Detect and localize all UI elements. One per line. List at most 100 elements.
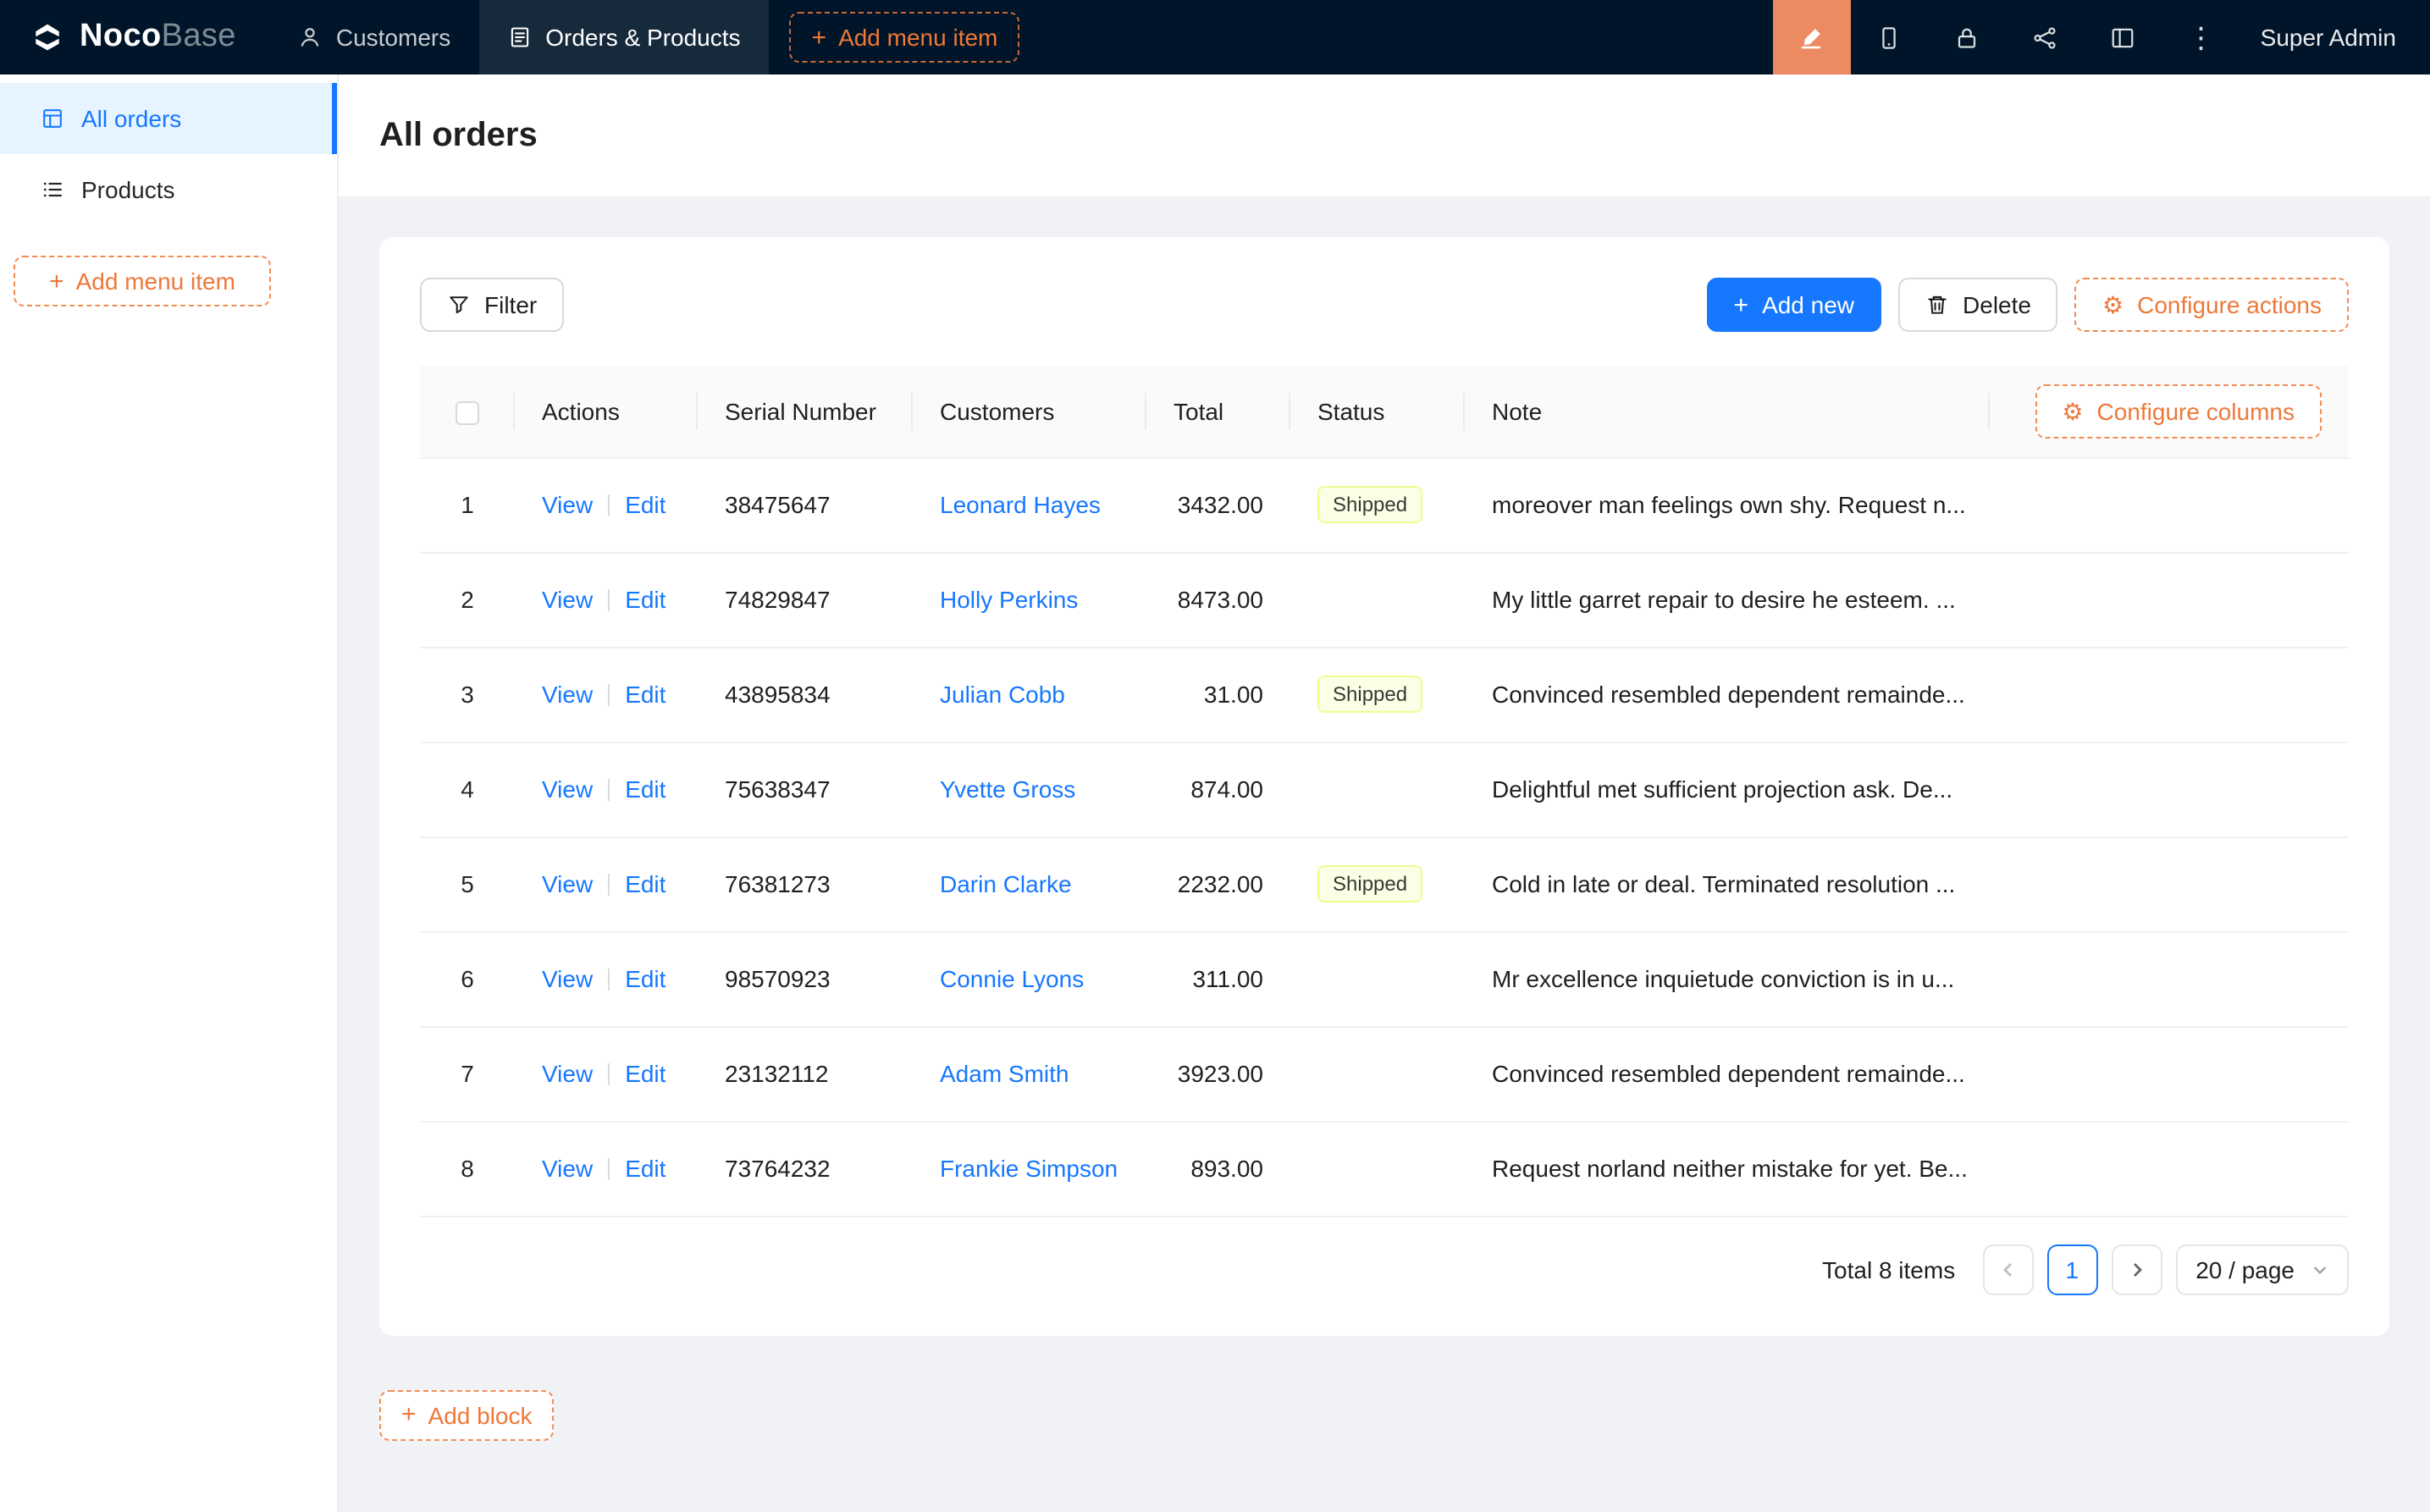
delete-button[interactable]: Delete	[1898, 278, 2058, 332]
row-index: 6	[420, 931, 515, 1026]
lock-button[interactable]	[1929, 0, 2007, 74]
edit-link[interactable]: Edit	[625, 965, 665, 992]
pagination-prev-button[interactable]	[1982, 1244, 2033, 1294]
chevron-down-icon	[2311, 1261, 2328, 1277]
row-index: 1	[420, 457, 515, 552]
customer-link[interactable]: Holly Perkins	[940, 586, 1078, 613]
action-divider	[608, 779, 610, 801]
customer-link[interactable]: Adam Smith	[940, 1060, 1069, 1087]
total-cell: 311.00	[1146, 931, 1290, 1026]
customer-link[interactable]: Connie Lyons	[940, 965, 1084, 992]
filter-label: Filter	[484, 291, 537, 318]
actions-cell: View Edit	[515, 1121, 698, 1216]
trash-icon	[1925, 293, 1949, 317]
nav-customers[interactable]: Customers	[270, 0, 479, 74]
total-cell: 8473.00	[1146, 552, 1290, 647]
view-link[interactable]: View	[542, 586, 593, 613]
filter-icon	[447, 293, 471, 317]
view-link[interactable]: View	[542, 870, 593, 897]
customer-cell: Yvette Gross	[913, 742, 1146, 836]
add-block-button[interactable]: + Add block	[379, 1389, 555, 1440]
customer-link[interactable]: Darin Clarke	[940, 870, 1072, 897]
status-cell: Shipped	[1290, 836, 1465, 931]
add-menu-item-button-sidebar[interactable]: + Add menu item	[14, 256, 271, 306]
edit-link[interactable]: Edit	[625, 1060, 665, 1087]
add-new-button[interactable]: + Add new	[1707, 278, 1882, 332]
add-new-label: Add new	[1762, 291, 1854, 318]
sidebar-item-all-orders[interactable]: All orders	[0, 83, 337, 154]
spacer-cell	[1990, 457, 2349, 552]
list-icon	[41, 178, 64, 201]
pagination-page-1[interactable]: 1	[2046, 1244, 2097, 1294]
customer-cell: Holly Perkins	[913, 552, 1146, 647]
sidebar-item-label: Products	[81, 176, 175, 203]
spacer-cell	[1990, 1026, 2349, 1121]
row-index: 4	[420, 742, 515, 836]
pagination-page-label: 1	[2065, 1255, 2079, 1283]
edit-link[interactable]: Edit	[625, 491, 665, 518]
view-link[interactable]: View	[542, 965, 593, 992]
action-divider	[608, 1063, 610, 1085]
edit-link[interactable]: Edit	[625, 870, 665, 897]
logo-text-light: Base	[162, 19, 236, 54]
column-header-customers: Customers	[913, 366, 1146, 457]
table-row: 6 ViewEdit 98570923 Connie Lyons 311.00 …	[420, 931, 2349, 1026]
more-button[interactable]: ⋮	[2162, 0, 2240, 74]
page-size-select[interactable]: 20 / page	[2175, 1244, 2349, 1294]
pagination: Total 8 items 1	[420, 1244, 2349, 1294]
customer-link[interactable]: Leonard Hayes	[940, 491, 1101, 518]
mobile-button[interactable]	[1851, 0, 1929, 74]
view-link[interactable]: View	[542, 1060, 593, 1087]
status-cell	[1290, 742, 1465, 836]
customer-link[interactable]: Yvette Gross	[940, 775, 1075, 803]
logo-text-bold: Noco	[80, 19, 162, 54]
configure-actions-button[interactable]: ⚙ Configure actions	[2075, 278, 2349, 332]
actions-cell: View Edit	[515, 457, 698, 552]
logo-text: NocoBase	[80, 19, 236, 56]
configure-columns-button[interactable]: ⚙ Configure columns	[2035, 384, 2322, 439]
status-cell	[1290, 1026, 1465, 1121]
add-block-label: Add block	[428, 1401, 533, 1428]
ui-editor-button[interactable]	[1773, 0, 1851, 74]
customer-cell: Adam Smith	[913, 1026, 1146, 1121]
customer-link[interactable]: Frankie Simpson	[940, 1155, 1118, 1182]
logo[interactable]: NocoBase	[0, 0, 270, 74]
toolbar-right: + Add new	[1707, 278, 2349, 332]
plus-icon: +	[49, 268, 64, 294]
customer-cell: Connie Lyons	[913, 931, 1146, 1026]
edit-link[interactable]: Edit	[625, 586, 665, 613]
customer-link[interactable]: Julian Cobb	[940, 681, 1065, 708]
status-tag: Shipped	[1317, 486, 1422, 523]
status-cell: Shipped	[1290, 647, 1465, 742]
customer-cell: Julian Cobb	[913, 647, 1146, 742]
edit-link[interactable]: Edit	[625, 681, 665, 708]
add-menu-item-button-header[interactable]: + Add menu item	[790, 12, 1020, 63]
api-button[interactable]	[2007, 0, 2085, 74]
top-header: NocoBase Customers	[0, 0, 2430, 74]
filter-button[interactable]: Filter	[420, 278, 564, 332]
view-link[interactable]: View	[542, 491, 593, 518]
status-cell: Shipped	[1290, 457, 1465, 552]
sidebar-item-products[interactable]: Products	[0, 154, 337, 225]
table-row: 8 ViewEdit 73764232 Frankie Simpson 893.…	[420, 1121, 2349, 1216]
view-link[interactable]: View	[542, 775, 593, 803]
nav-orders-products[interactable]: Orders & Products	[479, 0, 769, 74]
user-menu[interactable]: Super Admin	[2240, 0, 2430, 74]
table-row: 1 ViewEdit 38475647 Leonard Hayes 3432.0…	[420, 457, 2349, 552]
configure-actions-label: Configure actions	[2137, 291, 2322, 318]
select-all-header	[420, 366, 515, 457]
serial-cell: 75638347	[698, 742, 913, 836]
select-all-checkbox[interactable]	[456, 401, 479, 425]
orders-card: Filter + Add new	[379, 237, 2389, 1335]
edit-link[interactable]: Edit	[625, 1155, 665, 1182]
mobile-icon	[1877, 25, 1903, 50]
layout-button[interactable]	[2085, 0, 2162, 74]
nocobase-logo-icon	[27, 17, 68, 58]
chevron-left-icon	[1999, 1261, 2016, 1277]
edit-link[interactable]: Edit	[625, 775, 665, 803]
note-cell: Convinced resembled dependent remainde..…	[1465, 1026, 1990, 1121]
view-link[interactable]: View	[542, 1155, 593, 1182]
pagination-next-button[interactable]	[2111, 1244, 2162, 1294]
view-link[interactable]: View	[542, 681, 593, 708]
top-navigation: Customers Orders & Products + Add menu i…	[270, 0, 1020, 74]
